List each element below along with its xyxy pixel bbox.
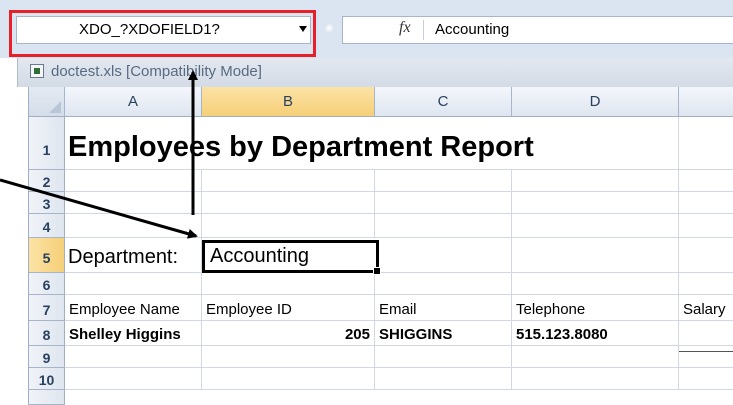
column-label-salary: Salary — [683, 301, 726, 318]
formula-bar: XDO_?XDOFIELD1? fx Accounting — [0, 0, 733, 58]
cell-a10[interactable] — [65, 368, 202, 390]
cell-b6[interactable] — [202, 273, 375, 295]
cell-c8[interactable]: SHIGGINS — [375, 321, 512, 346]
cell-e3[interactable] — [679, 192, 733, 214]
cell-c5[interactable] — [375, 238, 512, 273]
column-header-b[interactable]: B — [202, 87, 375, 117]
cell-e10[interactable] — [679, 368, 733, 390]
cell-c6[interactable] — [375, 273, 512, 295]
cell-c3[interactable] — [375, 192, 512, 214]
employee-id-value: 205 — [344, 326, 370, 343]
cell-e7[interactable]: Salary — [679, 295, 733, 321]
formula-bar-splitter[interactable] — [318, 18, 342, 42]
cell-e1[interactable] — [679, 117, 733, 170]
worksheet-grid: A B C D 1 Employees by Department Report… — [28, 87, 733, 405]
cell-b9[interactable] — [202, 346, 375, 368]
cell-c4[interactable] — [375, 214, 512, 238]
row-header-7[interactable]: 7 — [29, 295, 65, 321]
cell-a8[interactable]: Shelley Higgins — [65, 321, 202, 346]
row-header-10[interactable]: 10 — [29, 368, 65, 390]
cell-b8[interactable]: 205 — [202, 321, 375, 346]
cell-e2[interactable] — [679, 170, 733, 192]
row-header-8[interactable]: 8 — [29, 321, 65, 346]
cell-c10[interactable] — [375, 368, 512, 390]
column-header-c[interactable]: C — [375, 87, 512, 117]
formula-divider — [423, 20, 424, 40]
select-all-button[interactable] — [29, 87, 65, 117]
cell-d5[interactable] — [512, 238, 679, 273]
column-label-email: Email — [379, 301, 417, 318]
row-header-2[interactable]: 2 — [29, 170, 65, 192]
cell-d9[interactable] — [512, 346, 679, 368]
excel-document-icon — [30, 64, 44, 78]
department-value: Accounting — [210, 245, 309, 267]
row-header-11[interactable] — [29, 390, 65, 405]
cell-d6[interactable] — [512, 273, 679, 295]
telephone-value: 515.123.8080 — [516, 326, 608, 343]
cell-c2[interactable] — [375, 170, 512, 192]
cell-d2[interactable] — [512, 170, 679, 192]
row-header-4[interactable]: 4 — [29, 214, 65, 238]
cell-e8[interactable] — [679, 321, 733, 346]
row-header-3[interactable]: 3 — [29, 192, 65, 214]
workbook-titlebar: doctest.xls [Compatibility Mode] — [17, 58, 733, 87]
cell-c7[interactable]: Email — [375, 295, 512, 321]
column-label-employee-id: Employee ID — [206, 301, 292, 318]
cell-e6[interactable] — [679, 273, 733, 295]
report-title: Employees by Department Report — [68, 131, 534, 163]
column-label-employee-name: Employee Name — [69, 301, 180, 318]
cell-a5[interactable]: Department: — [65, 238, 202, 273]
cell-b3[interactable] — [202, 192, 375, 214]
cell-e4[interactable] — [679, 214, 733, 238]
cell-d7[interactable]: Telephone — [512, 295, 679, 321]
column-label-telephone: Telephone — [516, 301, 586, 318]
formula-input[interactable]: fx Accounting — [342, 16, 733, 44]
cell-a1[interactable]: Employees by Department Report — [65, 117, 679, 170]
row-header-5[interactable]: 5 — [29, 238, 65, 273]
salary-underline — [679, 351, 733, 352]
department-label: Department: — [68, 246, 179, 268]
cell-d8[interactable]: 515.123.8080 — [512, 321, 679, 346]
row-header-6[interactable]: 6 — [29, 273, 65, 295]
row-header-1[interactable]: 1 — [29, 117, 65, 170]
cell-a7[interactable]: Employee Name — [65, 295, 202, 321]
cell-a9[interactable] — [65, 346, 202, 368]
cell-d3[interactable] — [512, 192, 679, 214]
insert-function-icon[interactable]: fx — [399, 19, 411, 37]
row-header-9[interactable]: 9 — [29, 346, 65, 368]
cell-b7[interactable]: Employee ID — [202, 295, 375, 321]
cell-d4[interactable] — [512, 214, 679, 238]
column-header-a[interactable]: A — [65, 87, 202, 117]
cell-a6[interactable] — [65, 273, 202, 295]
cell-b10[interactable] — [202, 368, 375, 390]
cell-b4[interactable] — [202, 214, 375, 238]
cell-d10[interactable] — [512, 368, 679, 390]
active-cell-b5[interactable]: Accounting — [202, 240, 381, 275]
email-value: SHIGGINS — [379, 326, 453, 343]
cell-c9[interactable] — [375, 346, 512, 368]
cell-e5[interactable] — [679, 238, 733, 273]
workbook-title: doctest.xls [Compatibility Mode] — [51, 63, 262, 80]
column-header-e[interactable] — [679, 87, 733, 117]
cell-e9[interactable] — [679, 346, 733, 368]
fill-handle[interactable] — [373, 267, 381, 275]
name-box-highlight — [9, 10, 316, 57]
cell-a2[interactable] — [65, 170, 202, 192]
cell-b2[interactable] — [202, 170, 375, 192]
cell-a3[interactable] — [65, 192, 202, 214]
cell-a4[interactable] — [65, 214, 202, 238]
employee-name-value: Shelley Higgins — [69, 326, 181, 343]
column-header-d[interactable]: D — [512, 87, 679, 117]
formula-value[interactable]: Accounting — [435, 21, 509, 38]
